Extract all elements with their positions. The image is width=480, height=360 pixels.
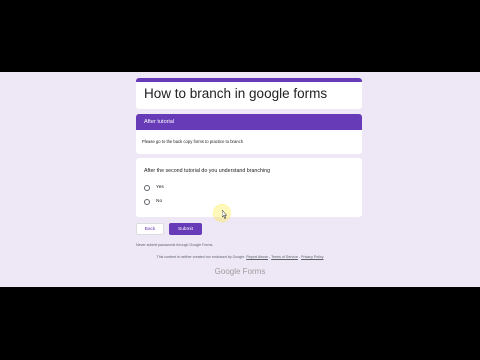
radio-no[interactable] <box>144 198 150 205</box>
section-card: After tutorial Please go to the back cop… <box>136 114 362 154</box>
privacy-link[interactable]: Privacy Policy <box>301 255 323 259</box>
disclaimer: This content is neither created nor endo… <box>156 255 324 259</box>
title-accent-bar <box>136 78 362 82</box>
form-title: How to branch in google forms <box>144 86 328 101</box>
pointer-icon <box>222 210 228 219</box>
disclaimer-text: This content is neither created nor endo… <box>156 255 246 259</box>
option-no-label: No <box>156 199 163 204</box>
question-card: After the second tutorial do you underst… <box>136 158 362 217</box>
section-description: Please go to the back copy forms to prac… <box>142 139 244 144</box>
section-header: After tutorial <box>136 114 362 130</box>
option-yes[interactable]: Yes <box>144 183 164 192</box>
cursor-highlight <box>214 205 230 221</box>
report-abuse-link[interactable]: Report Abuse <box>246 255 268 259</box>
back-button[interactable]: Back <box>136 223 164 235</box>
radio-yes[interactable] <box>144 184 150 191</box>
option-yes-label: Yes <box>156 185 164 190</box>
terms-link[interactable]: Terms of Service <box>271 255 298 259</box>
google-forms-logo: Google Forms <box>214 267 266 276</box>
password-warning: Never submit passwords through Google Fo… <box>136 243 214 247</box>
title-card: How to branch in google forms <box>136 78 362 109</box>
form-page: How to branch in google forms After tuto… <box>0 72 480 287</box>
submit-button[interactable]: Submit <box>169 223 202 235</box>
question-text: After the second tutorial do you underst… <box>144 168 271 174</box>
section-title: After tutorial <box>144 119 175 125</box>
option-no[interactable]: No <box>144 197 162 206</box>
